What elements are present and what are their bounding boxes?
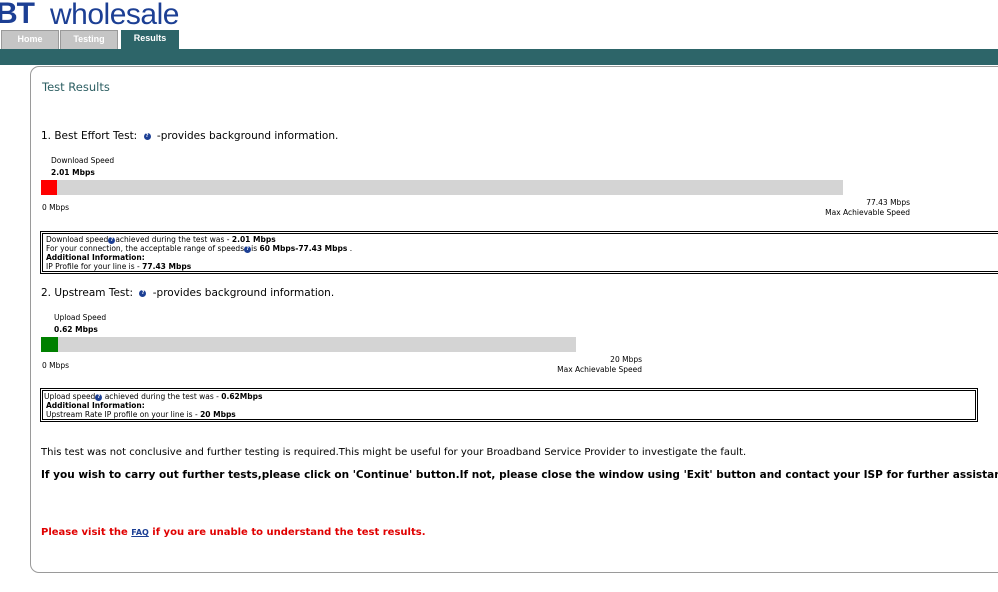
inconclusive-message: This test was not conclusive and further… [41,447,747,458]
download-speed-bar [41,180,843,195]
upload-info-box: Upload speed? achieved during the test w… [40,388,978,422]
further-tests-message: If you wish to carry out further tests,p… [41,469,998,481]
upload-max-caption: Max Achievable Speed [557,365,642,374]
upstream-heading: 2. Upstream Test: ? -provides background… [41,287,334,299]
faq-message: Please visit the FAQ if you are unable t… [41,527,426,538]
logo-bt-text: BT [0,0,35,30]
faq-pre-text: Please visit the [41,527,132,538]
help-icon[interactable]: ? [143,132,151,140]
range-text: For your connection, the acceptable rang… [46,244,245,253]
download-speed-value: 2.01 Mbps [51,168,95,177]
range-end: . [347,244,353,253]
upstream-profile-value: 20 Mbps [200,410,236,419]
header-band [0,49,998,65]
upload-additional-info: Additional Information: [46,401,145,410]
download-speed-fill [41,180,58,195]
best-effort-heading: 1. Best Effort Test: ? -provides backgro… [41,130,338,142]
help-icon[interactable]: ? [139,289,147,297]
download-info-value: 2.01 Mbps [231,235,276,244]
ip-profile-value: 77.43 Mbps [142,262,192,271]
range-value: 60 Mbps-77.43 Mbps [259,244,348,253]
upload-max-label: 20 Mbps [610,355,642,364]
upload-min-label: 0 Mbps [42,361,70,370]
download-additional-info: Additional Information: [46,253,145,262]
faq-post-text: if you are unable to understand the test… [148,527,426,538]
download-info-text: achieved during the test was - [115,235,232,244]
range-is-text: is [251,244,260,253]
upload-speed-label: Upload Speed [54,313,107,322]
upload-speed-value: 0.62 Mbps [54,325,98,334]
tab-home[interactable]: Home [1,30,59,49]
download-info-line-2: For your connection, the acceptable rang… [46,244,352,253]
upload-speed-bar [41,337,576,352]
page-title: Test Results [42,80,110,94]
download-speed-text: Download speed [46,235,109,244]
upstream-profile-text: Upstream Rate IP profile on your line is… [46,410,201,419]
best-effort-heading-text: 1. Best Effort Test: [41,130,138,142]
upload-speed-text: Upload speed [44,392,96,401]
download-speed-label: Download Speed [51,156,115,165]
results-panel [30,66,998,573]
upstream-heading-text: 2. Upstream Test: [41,287,134,299]
upstream-heading-suffix: -provides background information. [152,287,335,299]
download-info-line-1: Download speed? achieved during the test … [46,235,276,244]
upload-speed-fill [41,337,58,352]
download-min-label: 0 Mbps [42,203,70,212]
logo-wholesale-text: wholesale [50,0,179,31]
best-effort-heading-suffix: -provides background information. [156,130,339,142]
download-info-line-4: IP Profile for your line is - 77.43 Mbps [46,262,191,271]
upload-info-value: 0.62Mbps [221,392,263,401]
ip-profile-text: IP Profile for your line is - [46,262,143,271]
faq-link[interactable]: FAQ [131,528,149,537]
download-info-box: Download speed? achieved during the test … [40,231,998,274]
upload-info-line-3: Upstream Rate IP profile on your line is… [46,410,236,419]
upload-info-line-1: Upload speed? achieved during the test w… [44,392,262,401]
download-max-label: 77.43 Mbps [866,198,910,207]
download-max-caption: Max Achievable Speed [825,208,910,217]
upload-info-text: achieved during the test was - [102,392,222,401]
tab-testing[interactable]: Testing [60,30,118,49]
tab-results[interactable]: Results [121,30,179,49]
